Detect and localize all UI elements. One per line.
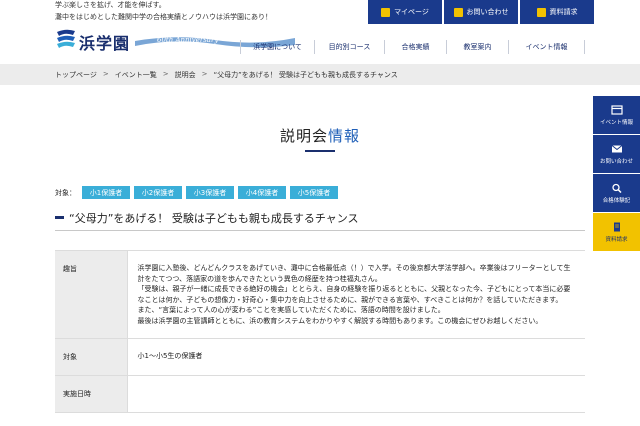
side-nav-label: イベント情報 <box>599 119 633 126</box>
side-nav-label: 合格体験記 <box>602 197 631 204</box>
datetime-row-label: 実施日時 <box>55 375 128 413</box>
heading-marker <box>55 216 64 219</box>
breadcrumb-current: “父母力”をあげる！ 受験は子どもも親も成長するチャンス <box>213 71 398 79</box>
purpose-paragraph: 最後は浜学園の主管講師とともに、浜の教育システムをわかりやすく解説する時間もあり… <box>137 316 543 325</box>
side-nav: イベント情報 お問い合わせ 合格体験記 資料請求 <box>593 96 640 252</box>
contact-button[interactable]: お問い合わせ <box>444 0 518 24</box>
target-row-label: 対象 <box>55 338 128 376</box>
target-tag[interactable]: 小4保護者 <box>238 186 286 199</box>
target-label: 対象： <box>55 188 76 197</box>
side-nav-contact[interactable]: お問い合わせ <box>593 135 640 173</box>
calendar-icon <box>610 104 623 115</box>
mypage-button[interactable]: マイページ <box>368 0 442 24</box>
title-underline <box>305 150 335 152</box>
search-icon <box>611 183 622 193</box>
breadcrumb-briefing[interactable]: 説明会 <box>175 70 196 80</box>
document-icon <box>536 7 546 17</box>
table-row: 実施日時 <box>55 375 585 413</box>
page-title-main: 説明会 <box>279 127 328 145</box>
nav-item-about[interactable]: 浜学園について <box>240 40 314 54</box>
nav-item-courses[interactable]: 目的別コース <box>314 40 384 54</box>
table-row: 趣旨 浜学園に入塾後、どんどんクラスをあげていき、灘中に合格最低点（！）で入学。… <box>55 250 585 339</box>
event-title-text: “父母力”をあげる！ 受験は子どもも親も成長するチャンス <box>69 212 359 225</box>
breadcrumb-home[interactable]: トップページ <box>55 70 97 80</box>
divider <box>55 230 585 231</box>
nav-item-events[interactable]: イベント情報 <box>508 40 585 54</box>
target-audience: 対象： 小1保護者 小2保護者 小3保護者 小4保護者 小5保護者 <box>55 186 338 199</box>
breadcrumb: トップページ > イベント一覧 > 説明会 > “父母力”をあげる！ 受験は子ど… <box>0 64 640 85</box>
purpose-paragraph: 浜学園に入塾後、どんどんクラスをあげていき、灘中に合格最低点（！）で入学。その後… <box>137 264 571 283</box>
event-title: “父母力”をあげる！ 受験は子どもも親も成長するチャンス <box>55 210 585 226</box>
breadcrumb-separator: > <box>162 70 169 78</box>
mypage-label: マイページ <box>394 8 429 16</box>
side-nav-testimonials[interactable]: 合格体験記 <box>593 174 640 212</box>
page-title-accent: 情報 <box>328 127 361 145</box>
target-tag[interactable]: 小2保護者 <box>134 186 182 199</box>
site-logo[interactable]: 浜学園 60th Anniversary <box>55 28 295 54</box>
brochure-label: 資料請求 <box>549 8 578 16</box>
target-row-value: 小1～小5生の保護者 <box>127 338 585 376</box>
target-tag[interactable]: 小1保護者 <box>82 186 130 199</box>
side-nav-label: お問い合わせ <box>599 158 633 165</box>
mail-icon <box>611 144 622 152</box>
nav-item-results[interactable]: 合格実績 <box>384 40 446 54</box>
purpose-paragraph: また、“言葉によって人の心が変わる”ことを実感していただくために、落語の時間を設… <box>137 306 445 314</box>
mail-icon <box>453 7 463 17</box>
target-tag[interactable]: 小3保護者 <box>186 186 234 199</box>
user-icon <box>381 7 391 17</box>
document-icon <box>613 222 620 231</box>
tagline: 灘中をはじめとした難関中学の合格実績とノウハウは浜学園にあり！ <box>55 13 272 21</box>
side-nav-label: 資料請求 <box>605 236 628 243</box>
contact-label: お問い合わせ <box>466 8 509 16</box>
side-nav-brochure[interactable]: 資料請求 <box>593 213 640 251</box>
purpose-paragraph: 「受験は、親子が一緒に成長できる絶好の機会」ととらえ、自身の経験を振り返るととも… <box>137 285 571 304</box>
anniversary-text: 60th Anniversary <box>157 36 219 44</box>
target-tag[interactable]: 小5保護者 <box>290 186 338 199</box>
purpose-label: 趣旨 <box>55 250 128 339</box>
nav-item-classrooms[interactable]: 教室案内 <box>446 40 508 54</box>
page-title: 説明会情報 <box>0 125 640 146</box>
breadcrumb-separator: > <box>201 70 208 78</box>
tagline: 学ぶ楽しさを拡げ、才能を伸ばす。 <box>55 1 166 9</box>
breadcrumb-separator: > <box>102 70 109 78</box>
logo-text: 浜学園 <box>79 34 131 53</box>
logo-wave-icon <box>57 29 75 48</box>
event-details-table: 趣旨 浜学園に入塾後、どんどんクラスをあげていき、灘中に合格最低点（！）で入学。… <box>55 250 585 413</box>
brochure-request-button[interactable]: 資料請求 <box>520 0 594 24</box>
table-row: 対象 小1～小5生の保護者 <box>55 338 585 376</box>
datetime-row-value <box>127 375 585 413</box>
purpose-value: 浜学園に入塾後、どんどんクラスをあげていき、灘中に合格最低点（！）で入学。その後… <box>127 250 585 339</box>
side-nav-events[interactable]: イベント情報 <box>593 96 640 134</box>
global-nav: 浜学園について 目的別コース 合格実績 教室案内 イベント情報 <box>240 40 585 54</box>
site-header: 学ぶ楽しさを拡げ、才能を伸ばす。 灘中をはじめとした難関中学の合格実績とノウハウ… <box>0 0 640 60</box>
breadcrumb-events[interactable]: イベント一覧 <box>115 70 157 80</box>
